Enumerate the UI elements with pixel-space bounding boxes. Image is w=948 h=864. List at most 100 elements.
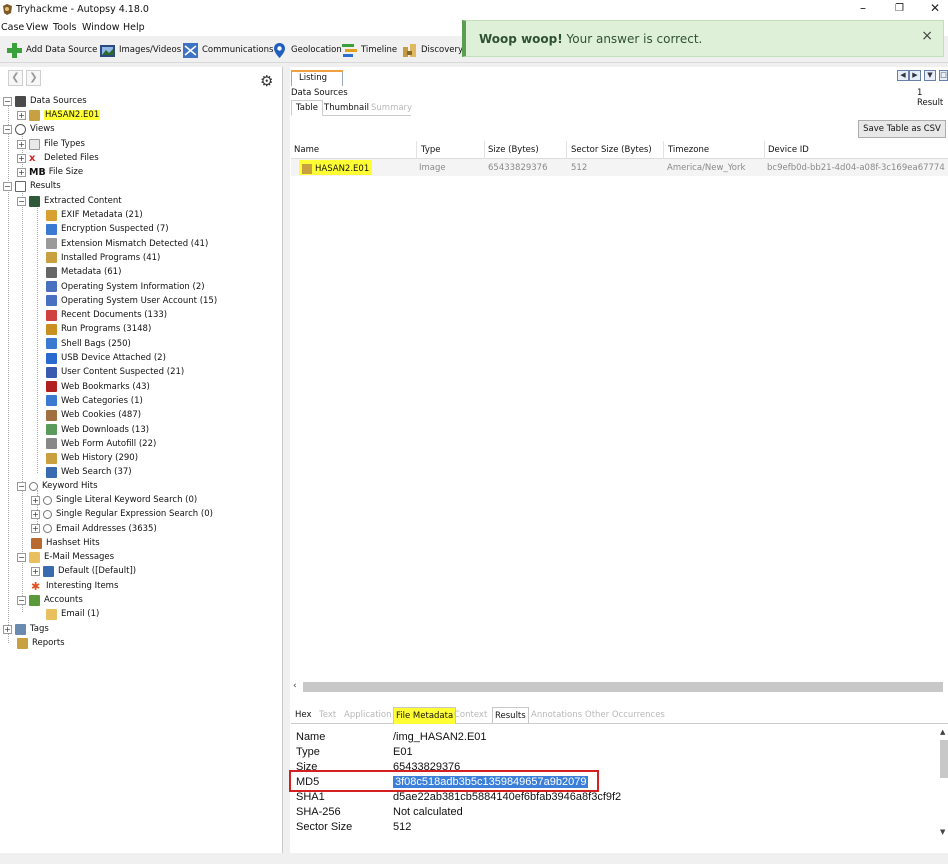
col-sector-size[interactable]: Sector Size (Bytes) [571,145,652,155]
tree-extracted-item[interactable]: Operating System User Account (15) [46,294,217,308]
collapse-icon[interactable]: − [3,96,12,106]
collapse-icon[interactable]: − [17,595,26,605]
col-type[interactable]: Type [421,145,441,155]
expand-icon[interactable]: + [17,110,26,120]
menu-window[interactable]: Window [82,22,119,33]
listing-tab[interactable]: Listing [291,70,343,86]
tree-extracted-item[interactable]: Web Form Autofill (22) [46,437,156,451]
expand-icon[interactable]: + [17,167,26,177]
tree-extracted-item[interactable]: Recent Documents (133) [46,308,167,322]
discovery-button[interactable]: Discovery [401,40,463,60]
scroll-left-icon[interactable]: ‹ [293,681,297,691]
tree-deleted-files[interactable]: + x Deleted Files [17,151,99,165]
col-name[interactable]: Name [294,145,319,155]
tree-extracted-item[interactable]: User Content Suspected (21) [46,365,184,379]
tree-extracted-item[interactable]: Web History (290) [46,451,138,465]
tab-other-occurrences[interactable]: Other Occurrences [585,710,665,720]
tree-data-sources[interactable]: − Data Sources [3,94,87,108]
tree-reports[interactable]: Reports [17,636,65,650]
tree-tags[interactable]: + Tags [3,622,49,636]
tree-extracted-item[interactable]: Operating System Information (2) [46,280,205,294]
tree-extracted-item[interactable]: Installed Programs (41) [46,251,160,265]
tree-extracted-item[interactable]: USB Device Attached (2) [46,351,166,365]
tab-context[interactable]: Context [454,710,487,720]
collapse-icon[interactable]: − [3,124,12,134]
tree-extracted-item[interactable]: Web Downloads (13) [46,423,149,437]
tree-file-size[interactable]: + MB File Size [17,165,83,179]
tree-keyword-hits[interactable]: − Keyword Hits [17,479,98,493]
gear-icon[interactable]: ⚙ [260,72,273,90]
tree-extracted-item[interactable]: Web Cookies (487) [46,408,141,422]
tab-text[interactable]: Text [319,710,336,720]
tree-extracted-item[interactable]: Web Categories (1) [46,394,143,408]
collapse-icon[interactable]: − [17,196,26,206]
tree-extracted-item[interactable]: Web Bookmarks (43) [46,380,150,394]
scroll-down-icon[interactable]: ▼ [940,828,945,836]
tree-results[interactable]: − Results [3,179,61,193]
save-table-csv-button[interactable]: Save Table as CSV [858,120,946,138]
expand-icon[interactable]: + [31,495,40,505]
tree-hasan[interactable]: + HASAN2.E01 [17,108,101,122]
collapse-icon[interactable]: − [3,181,12,191]
menu-tools[interactable]: Tools [53,22,76,33]
col-device-id[interactable]: Device ID [768,145,809,155]
col-timezone[interactable]: Timezone [668,145,709,155]
menu-help[interactable]: Help [123,22,145,33]
tree-extracted-item[interactable]: Web Search (37) [46,465,132,479]
tree-extracted-item[interactable]: Metadata (61) [46,265,121,279]
table-tab[interactable]: Table [291,100,323,116]
back-arrow-icon[interactable]: ❮ [8,70,23,86]
scroll-up-icon[interactable]: ▲ [940,728,945,736]
summary-tab[interactable]: Summary [371,103,412,113]
minimize-button[interactable]: – [860,1,866,15]
table-row[interactable]: HASAN2.E01 Image 65433829376 512 America… [291,159,948,176]
toast-close-icon[interactable]: × [921,28,933,44]
expand-icon[interactable]: + [31,566,40,576]
collapse-icon[interactable]: − [17,552,26,562]
tree-hashset-hits[interactable]: Hashset Hits [31,536,100,550]
tab-hex[interactable]: Hex [295,710,312,720]
tree-email-messages[interactable]: − E-Mail Messages [17,550,114,564]
timeline-button[interactable]: Timeline [341,40,397,60]
tree-views[interactable]: − Views [3,122,55,136]
tab-annotations[interactable]: Annotations [531,710,582,720]
prev-icon[interactable]: ◀ [897,70,909,81]
next-icon[interactable]: ▶ [909,70,921,81]
col-size[interactable]: Size (Bytes) [488,145,539,155]
tree-keyword-item[interactable]: + Single Literal Keyword Search (0) [31,493,197,507]
tree-extracted-item[interactable]: Run Programs (3148) [46,322,151,336]
restore-icon[interactable]: □ [939,70,948,81]
expand-icon[interactable]: + [17,139,26,149]
expand-icon[interactable]: + [3,624,12,634]
forward-arrow-icon[interactable]: ❯ [26,70,41,86]
thumbnail-tab[interactable]: Thumbnail [324,103,369,113]
tree-extracted-item[interactable]: Encryption Suspected (7) [46,222,169,236]
menu-case[interactable]: Case [1,22,24,33]
images-videos-button[interactable]: Images/Videos [99,40,181,60]
tree-keyword-item[interactable]: + Email Addresses (3635) [31,522,157,536]
tree-extracted-item[interactable]: Extension Mismatch Detected (41) [46,237,208,251]
tree-interesting-items[interactable]: ✱ Interesting Items [31,579,118,593]
expand-icon[interactable]: + [31,524,40,534]
tab-results[interactable]: Results [492,707,529,724]
tree-extracted-item[interactable]: EXIF Metadata (21) [46,208,143,222]
scroll-thumb[interactable] [940,740,948,778]
scroll-thumb[interactable] [303,682,943,692]
close-button[interactable]: ✕ [930,1,940,15]
collapse-icon[interactable]: − [17,481,26,491]
expand-icon[interactable]: + [17,153,26,163]
tree-email-account[interactable]: Email (1) [46,607,99,621]
vertical-scrollbar[interactable]: ▲ ▼ [939,728,948,840]
communications-button[interactable]: Communications [182,40,273,60]
tree-keyword-item[interactable]: + Single Regular Expression Search (0) [31,507,213,521]
geolocation-button[interactable]: Geolocation [271,40,342,60]
tree-accounts[interactable]: − Accounts [17,593,83,607]
tab-file-metadata[interactable]: File Metadata [393,707,457,724]
expand-icon[interactable]: + [31,509,40,519]
tab-application[interactable]: Application [344,710,392,720]
tree-extracted-content[interactable]: − Extracted Content [17,194,122,208]
tree-email-default[interactable]: + Default ([Default]) [31,564,136,578]
dropdown-icon[interactable]: ▼ [924,70,936,81]
tree-file-types[interactable]: + File Types [17,137,85,151]
menu-view[interactable]: View [26,22,49,33]
